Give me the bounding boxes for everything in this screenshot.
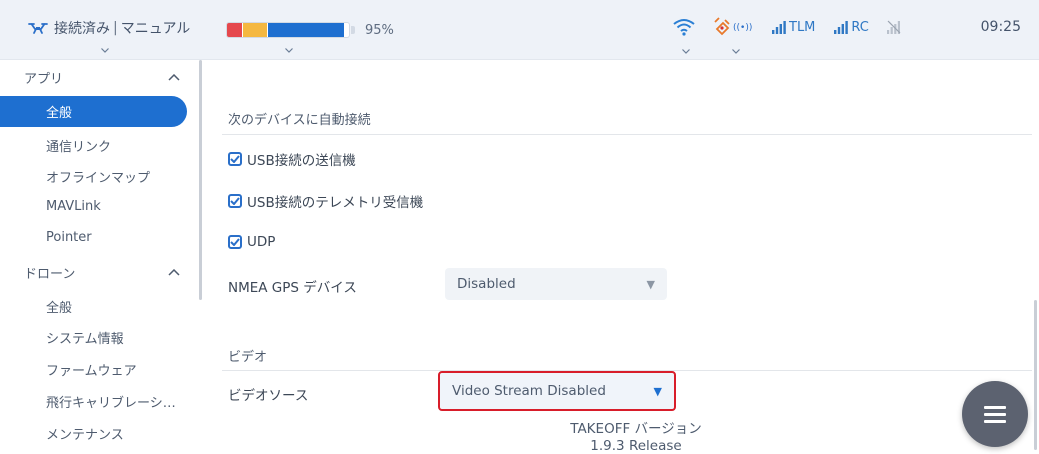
divider <box>222 134 1032 135</box>
sidebar-item-firmware[interactable]: ファームウェア <box>46 360 137 379</box>
sidebar-item-maintenance[interactable]: メンテナンス <box>46 424 124 443</box>
no-signal-icon[interactable] <box>886 20 901 34</box>
sidebar-item-pointer[interactable]: Pointer <box>46 230 92 245</box>
chevron-down-icon[interactable] <box>285 48 293 53</box>
rc-signal[interactable]: RC <box>834 19 869 35</box>
separator: | <box>113 20 118 36</box>
sidebar-item-label: ファームウェア <box>46 364 137 379</box>
dropdown-arrow-icon: ▼ <box>646 277 655 291</box>
flight-mode-label: マニュアル <box>120 21 191 37</box>
checkbox-usb-telemetry[interactable]: USB接続のテレメトリ受信機 <box>228 191 423 211</box>
chevron-down-icon[interactable] <box>732 49 740 54</box>
chevron-up-icon <box>168 269 180 276</box>
version-value: 1.9.3 Release <box>590 438 682 454</box>
sidebar-item-drone-general[interactable]: 全般 <box>46 297 72 316</box>
chevron-down-icon[interactable] <box>682 49 690 54</box>
nmea-gps-label: NMEA GPS デバイス <box>228 280 357 296</box>
chevron-down-icon[interactable] <box>101 48 109 53</box>
sidebar-item-label: MAVLink <box>46 199 101 214</box>
autoconnect-heading: 次のデバイスに自動接続 <box>228 113 371 128</box>
checkbox-label: UDP <box>247 234 276 250</box>
checkbox-label: USB接続の送信機 <box>247 153 356 169</box>
sidebar-item-label: システム情報 <box>46 332 124 347</box>
battery-percent: 95% <box>365 22 394 38</box>
sidebar-section-app[interactable]: アプリ <box>24 68 184 87</box>
status-icons: ((•)) TLM RC <box>672 17 901 37</box>
top-bar: 接続済み | マニュアル 95% ((•)) TLM RC 09:25 <box>0 0 1039 60</box>
sidebar-item-general[interactable]: 全般 <box>0 96 187 127</box>
sidebar-item-comm-links[interactable]: 通信リンク <box>46 136 111 155</box>
tlm-signal[interactable]: TLM <box>772 20 815 35</box>
wifi-icon[interactable] <box>672 18 696 36</box>
version-label: TAKEOFF バージョン <box>570 421 702 437</box>
clock: 09:25 <box>980 19 1021 35</box>
sidebar-item-flight-calibration[interactable]: 飛行キャリブレーシ… <box>46 392 176 411</box>
tlm-label: TLM <box>789 19 816 35</box>
checkbox-udp[interactable]: UDP <box>228 234 275 250</box>
battery-segment-blue <box>268 23 344 37</box>
sidebar-item-mavlink[interactable]: MAVLink <box>46 199 101 214</box>
sidebar-item-system-info[interactable]: システム情報 <box>46 328 124 347</box>
settings-content: 次のデバイスに自動接続 USB接続の送信機 USB接続のテレメトリ受信機 UDP… <box>206 60 1039 454</box>
sidebar-scrollbar[interactable] <box>199 60 202 300</box>
signal-tlm-icon <box>772 20 786 34</box>
section-label: アプリ <box>24 72 64 87</box>
battery-tip <box>351 26 355 34</box>
sidebar-item-label: オフラインマップ <box>46 171 151 186</box>
video-source-label: ビデオソース <box>228 388 309 404</box>
menu-fab-button[interactable] <box>962 381 1028 447</box>
checkbox-checked-icon[interactable] <box>228 152 242 166</box>
sidebar-section-drone[interactable]: ドローン <box>24 263 184 282</box>
battery-indicator[interactable]: 95% <box>226 22 394 38</box>
checkbox-checked-icon[interactable] <box>228 194 242 208</box>
checkbox-label: USB接続のテレメトリ受信機 <box>247 195 424 211</box>
connection-status-label: 接続済み <box>54 21 110 37</box>
battery-bar <box>226 22 350 38</box>
select-value: Disabled <box>457 276 516 292</box>
sidebar: アプリ 全般 通信リンク オフラインマップ MAVLink Pointer ドロ… <box>0 60 200 450</box>
section-label: ドローン <box>24 267 76 282</box>
checkbox-usb-transmitter[interactable]: USB接続の送信機 <box>228 149 356 169</box>
video-source-select[interactable]: Video Stream Disabled ▼ <box>438 371 676 411</box>
chevron-up-icon <box>168 74 180 81</box>
sidebar-item-offline-maps[interactable]: オフラインマップ <box>46 167 150 186</box>
gps-icon[interactable]: ((•)) <box>714 17 756 37</box>
checkbox-checked-icon[interactable] <box>228 235 242 249</box>
connection-status[interactable]: 接続済み | マニュアル <box>28 18 190 38</box>
rc-label: RC <box>851 19 869 35</box>
drone-icon <box>28 23 48 34</box>
select-value: Video Stream Disabled <box>452 383 606 399</box>
signal-rc-icon <box>834 20 849 34</box>
battery-segment-red <box>227 23 242 37</box>
sidebar-item-label: 全般 <box>46 106 73 121</box>
sidebar-item-label: 全般 <box>46 301 73 316</box>
hamburger-icon <box>984 402 1006 427</box>
battery-segment-yellow <box>243 23 267 37</box>
svg-text:((•)): ((•)) <box>733 23 752 33</box>
sidebar-item-label: メンテナンス <box>46 428 124 443</box>
sidebar-item-label: 通信リンク <box>46 140 112 155</box>
video-heading: ビデオ <box>228 350 268 365</box>
sidebar-item-label: Pointer <box>46 230 92 245</box>
content-scrollbar[interactable] <box>1034 300 1037 450</box>
sidebar-item-label: 飛行キャリブレーシ… <box>46 396 176 411</box>
nmea-gps-select[interactable]: Disabled ▼ <box>445 268 667 300</box>
dropdown-arrow-icon: ▼ <box>653 384 662 398</box>
